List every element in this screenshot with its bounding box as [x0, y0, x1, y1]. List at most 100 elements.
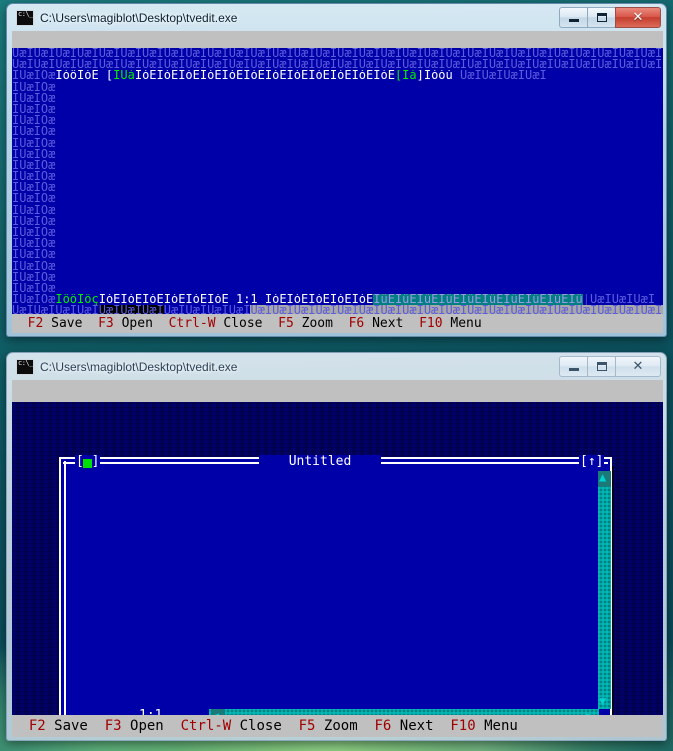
window-controls-bottom[interactable]: ✕ — [559, 356, 661, 377]
status-label: Zoom — [293, 316, 333, 331]
status-label: Menu — [442, 316, 482, 331]
status-item-menu[interactable]: F10 Menu — [450, 718, 517, 734]
status-gap — [164, 718, 181, 734]
garbled-glyph-run: ÎÛæÎÒæ — [12, 260, 56, 272]
status-item-zoom[interactable]: F5 Zoom — [278, 316, 333, 331]
close-icon: ✕ — [632, 359, 644, 374]
garbled-glyph-run: ÎÛæÎÒæ — [12, 227, 56, 239]
statusbar-bottom[interactable]: F2 Save F3 Open Ctrl-W Close F5 Zoom F6 … — [12, 715, 663, 737]
status-label: Close — [231, 718, 282, 734]
status-item-save[interactable]: F2 Save — [28, 316, 83, 331]
window-title-top: C:\Users\magiblot\Desktop\tvedit.exe — [40, 11, 238, 25]
status-gap — [403, 316, 419, 331]
garbled-line: ÎÛæÎÒæ ÎÛæ — [12, 138, 663, 149]
garbled-blank-gap — [55, 205, 663, 216]
status-item-close[interactable]: Ctrl-W Close — [169, 316, 263, 331]
garbled-glyph-run: ÛæÌÛæÌÛæÌÛæÌ — [163, 305, 251, 314]
close-icon: ✕ — [632, 10, 644, 25]
status-gap — [88, 718, 105, 734]
garbled-blank-gap — [55, 126, 663, 137]
statusbar-top[interactable]: F2 Save F3 Open Ctrl-W Close F5 Zoom F6 … — [12, 314, 663, 333]
garbled-glyph-run: ÎÛæÎÒæ — [12, 215, 56, 227]
garbled-glyph-run: ÛæÌÛæÌÛæÌÛæÌÛæÌÛæÌÛæÌÛæÌÛæÌÛæÌÛæÌÛæÌÛæÌÛ… — [12, 48, 663, 60]
garbled-glyph-run: ÎÛæÎÒæ — [12, 271, 56, 283]
console-client-bottom[interactable]: File Edit Search Windows [ ] Untitled — [12, 380, 663, 737]
garbled-glyph-run: ÎÛæÎÒæ — [12, 294, 56, 306]
garbled-editor-content[interactable]: ÛæÌÛæÌÛæÌÛæÌÛæÌÛæÌÛæÌÛæÌÛæÌÛæÌÛæÌÛæÌÛæÌÛ… — [12, 48, 663, 314]
garbled-glyph-run: ÎÛæÎÒæ — [12, 159, 56, 172]
scroll-right-arrow-icon[interactable]: ► — [586, 709, 593, 716]
status-item-open[interactable]: F3 Open — [98, 316, 153, 331]
garbled-glyph-run: ÛæÌÛæÌÛæÌ — [590, 294, 656, 306]
garbled-blank-gap — [55, 238, 663, 249]
scroll-down-arrow-icon[interactable]: ▼ — [599, 695, 606, 708]
scroll-up-arrow-icon[interactable]: ▲ — [599, 471, 606, 484]
window-bottom-tvedit[interactable]: C:\Users\magiblot\Desktop\tvedit.exe ✕ F… — [6, 352, 667, 741]
titlebar-bottom[interactable]: C:\Users\magiblot\Desktop\tvedit.exe ✕ — [12, 354, 661, 380]
garbled-line: ÎÛæÎÒæ ÎÛæ — [12, 216, 663, 227]
window-controls-top[interactable]: ✕ — [559, 7, 661, 28]
garbled-glyph-run: ÎÛæÎÒæ — [12, 182, 56, 194]
garbled-line: ÎÛæÎÒæ ÎÛæ — [12, 249, 663, 260]
status-item-menu[interactable]: F10 Menu — [419, 316, 482, 331]
garbled-line: ÎÛæÎÒæ ÎÛæ — [12, 171, 663, 182]
garbled-glyph-run: ÌÛá — [113, 70, 135, 82]
horizontal-scrollbar[interactable] — [209, 709, 599, 715]
garbled-blank-gap — [55, 149, 663, 160]
status-label: Zoom — [315, 718, 358, 734]
frame-left-outer — [59, 457, 61, 715]
garbled-glyph-run: ÛæÌÛæÌÛæÌÛæÌ — [452, 70, 547, 82]
garbled-blank-gap — [55, 93, 663, 104]
close-button-bottom[interactable]: ✕ — [615, 356, 661, 377]
status-key: F5 — [278, 316, 294, 331]
menubar-bottom[interactable]: File Edit Search Windows — [12, 380, 663, 421]
status-item-close[interactable]: Ctrl-W Close — [181, 718, 282, 734]
status-item-save[interactable]: F2 Save — [29, 718, 88, 734]
garbled-glyph-run: ÎÛæÎÒæ — [12, 282, 56, 295]
status-label: Save — [45, 718, 88, 734]
garbled-line: ÛæÌÛæÌÛæÌÛæÌÛæÌÛæÌÛæÌÛæÌÛæÌÛæÌÛæÌÛæÌÛæÌÛ… — [12, 305, 663, 314]
close-button-top[interactable]: ✕ — [615, 7, 661, 28]
garbled-blank-gap — [55, 261, 663, 272]
status-item-zoom[interactable]: F5 Zoom — [299, 718, 358, 734]
garbled-blank-gap — [55, 283, 663, 294]
garbled-blank-gap — [55, 138, 663, 149]
garbled-line: ÎÛæÎÒæ ÎÛæ — [12, 104, 663, 115]
status-item-open[interactable]: F3 Open — [105, 718, 164, 734]
status-key: F6 — [374, 718, 392, 734]
garbled-line: ÎÛæÎÒæ ÎÛæ — [12, 272, 663, 283]
status-label: Open — [113, 316, 153, 331]
vertical-scrollbar[interactable] — [598, 471, 611, 709]
minimize-icon — [568, 19, 579, 22]
garbled-glyph-run: ]Ìòòù — [416, 70, 453, 82]
garbled-glyph-run: [Ìà — [394, 70, 417, 82]
garbled-glyph-run: ÛæÌÛæÌÛæÌÛæÌÛæÌÛæÌÛæÌÛæÌÛæÌÛæÌÛæÌÛæÌÛæÌÛ… — [12, 59, 663, 71]
scroll-left-arrow-icon[interactable]: ◄ — [212, 709, 219, 716]
console-icon — [16, 10, 34, 26]
tv-desktop[interactable]: [ ] Untitled [↑] 1:1 ◄ ► ▲ ▼ — [12, 402, 663, 715]
editor-window[interactable]: [ ] Untitled [↑] 1:1 ◄ ► ▲ ▼ — [59, 455, 612, 716]
status-key: F10 — [450, 718, 476, 734]
status-item-next[interactable]: F6 Next — [375, 718, 434, 734]
menubar-top[interactable]: File Edit Search Windows — [12, 31, 663, 64]
minimize-button-bottom[interactable] — [559, 356, 588, 377]
status-label: Save — [43, 316, 83, 331]
titlebar-top[interactable]: C:\Users\magiblot\Desktop\tvedit.exe ✕ — [12, 5, 661, 31]
maximize-button-bottom[interactable] — [587, 356, 616, 377]
window-top-tvedit[interactable]: C:\Users\magiblot\Desktop\tvedit.exe ✕ F… — [6, 3, 667, 337]
garbled-glyph-run: ÎÛæÎÒæ — [12, 81, 56, 93]
minimize-button-top[interactable] — [559, 7, 588, 28]
status-key: Ctrl-W — [168, 316, 216, 331]
maximize-button-top[interactable] — [587, 7, 616, 28]
console-client-top[interactable]: File Edit Search Windows ÛæÌÛæÌÛæÌÛæÌÛæÌ… — [12, 31, 663, 333]
garbled-blank-gap — [55, 115, 663, 126]
status-key: F2 — [27, 316, 44, 331]
garbled-glyph-run: ÛæÌÛæÌÛæÌÛæÌ — [12, 305, 99, 314]
status-item-next[interactable]: F6 Next — [349, 316, 404, 331]
garbled-glyph-run: ÎÛæÎÒæ — [12, 70, 56, 82]
garbled-blank-gap — [55, 160, 663, 171]
garbled-blank-gap — [55, 82, 663, 93]
editor-zoom-button[interactable]: [↑] — [579, 455, 605, 469]
garbled-blank-gap — [55, 193, 663, 204]
status-key: F10 — [419, 316, 443, 331]
